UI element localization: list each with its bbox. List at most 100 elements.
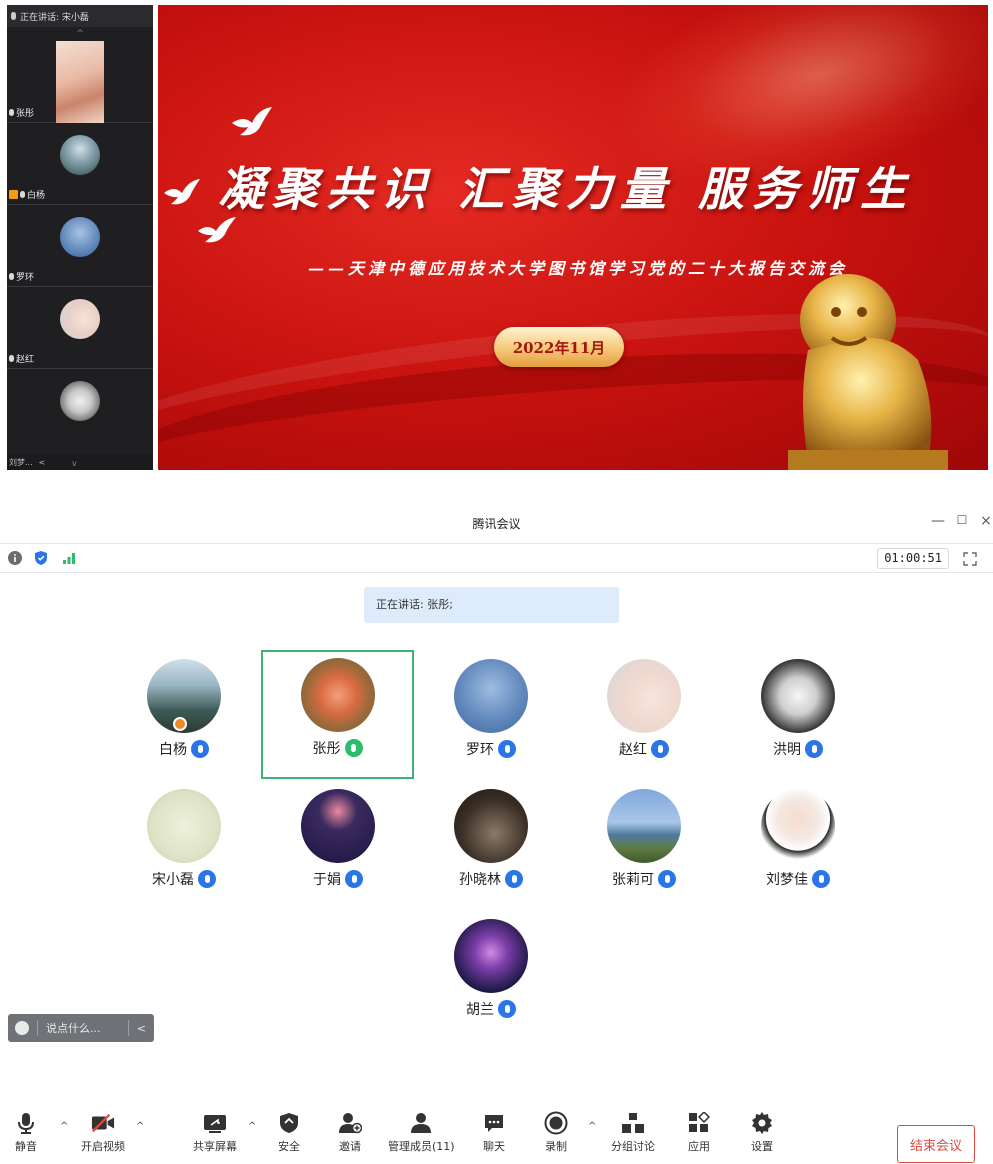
meeting-info-bar: 01:00:51 <box>0 543 993 573</box>
share-screen-icon <box>203 1111 227 1135</box>
avatar <box>60 217 100 257</box>
collapse-chat-button[interactable]: < <box>137 1022 146 1035</box>
participant-tile[interactable]: 胡兰 <box>416 911 566 1031</box>
settings-label: 设置 <box>751 1140 773 1153</box>
breakout-rooms-button[interactable]: 分组讨论 <box>611 1111 655 1154</box>
end-meeting-button[interactable]: 结束会议 <box>897 1125 975 1163</box>
sidebar-tile[interactable]: 罗环 <box>7 205 153 287</box>
signal-icon[interactable] <box>62 551 76 565</box>
avatar <box>454 659 528 733</box>
security-button[interactable]: 安全 <box>277 1111 301 1154</box>
meeting-toolbar: 静音 ^ 开启视频 ^ 共享屏幕 ^ 安全 邀请 管理成员(11) 聊天 录制 … <box>0 1105 993 1164</box>
maximize-button[interactable]: ☐ <box>953 513 971 527</box>
share-screen-label: 共享屏幕 <box>193 1140 237 1153</box>
mic-icon[interactable] <box>191 740 209 758</box>
fullscreen-icon[interactable] <box>963 551 977 566</box>
mic-muted-icon[interactable] <box>805 740 823 758</box>
invite-label: 邀请 <box>339 1140 361 1153</box>
participant-tile-active[interactable]: 张彤 <box>261 650 414 779</box>
slide-title: 凝聚共识 汇聚力量 服务师生 <box>218 162 915 216</box>
mic-muted-icon[interactable] <box>498 740 516 758</box>
manage-members-label: 管理成员(11) <box>388 1140 455 1153</box>
participant-tile[interactable]: 于娟 <box>263 781 413 901</box>
quick-chat-input[interactable]: 说点什么... < <box>8 1014 154 1042</box>
start-video-button[interactable]: 开启视频 <box>81 1111 125 1154</box>
participant-name-wrap: 孙晓林 <box>416 869 566 889</box>
apps-button[interactable]: 应用 <box>687 1111 711 1154</box>
mute-button[interactable]: 静音 <box>14 1111 38 1154</box>
participant-name: 罗环 <box>466 742 494 758</box>
chat-icon <box>482 1111 506 1135</box>
record-icon <box>544 1111 568 1135</box>
participant-name-wrap: 赵红 <box>569 739 719 759</box>
emoji-icon[interactable] <box>15 1021 29 1035</box>
microphone-icon <box>14 1111 38 1135</box>
mute-label: 静音 <box>15 1140 37 1153</box>
chevron-up-icon[interactable]: ^ <box>136 1121 144 1132</box>
top-meeting-screenshot: 正在讲话: 宋小磊 ^ 张彤 白杨 罗环 赵红 刘梦... < v 凝聚共识 汇… <box>0 0 993 472</box>
participant-name: 刘梦佳 <box>766 872 808 888</box>
avatar <box>60 135 100 175</box>
record-button[interactable]: 录制 <box>544 1111 568 1154</box>
meeting-timer: 01:00:51 <box>877 548 949 569</box>
avatar <box>454 919 528 993</box>
participant-tile[interactable]: 洪明 <box>723 651 873 771</box>
minimize-button[interactable]: — <box>929 513 947 529</box>
participant-name: 张彤 <box>312 741 341 757</box>
start-video-label: 开启视频 <box>81 1140 125 1153</box>
mic-speaking-icon[interactable] <box>344 739 363 757</box>
host-icon <box>9 190 18 199</box>
mic-muted-icon[interactable] <box>498 1000 516 1018</box>
collapse-sidebar-button[interactable]: < <box>39 458 46 467</box>
close-button[interactable]: × <box>977 513 993 529</box>
apps-icon <box>687 1111 711 1135</box>
avatar <box>300 658 375 732</box>
scroll-down-button[interactable]: v <box>72 459 77 468</box>
speaking-indicator: 正在讲话: 张彤; <box>364 587 619 623</box>
chat-placeholder[interactable]: 说点什么... <box>46 1020 101 1036</box>
participant-name-wrap: 刘梦佳 <box>723 869 873 889</box>
avatar <box>147 789 221 863</box>
avatar <box>761 789 835 863</box>
gear-icon <box>750 1111 774 1135</box>
sidebar-tile-name-wrap: 赵红 <box>9 352 34 365</box>
participant-tile[interactable]: 宋小磊 <box>109 781 259 901</box>
mic-muted-icon[interactable] <box>345 870 363 888</box>
apps-label: 应用 <box>688 1140 710 1153</box>
shield-icon[interactable] <box>34 551 48 565</box>
participant-tile[interactable]: 罗环 <box>416 651 566 771</box>
divider <box>37 1020 38 1036</box>
chevron-up-icon[interactable]: ^ <box>60 1121 68 1132</box>
settings-button[interactable]: 设置 <box>750 1111 774 1154</box>
avatar <box>60 381 100 421</box>
add-user-icon <box>338 1111 362 1135</box>
info-icon[interactable] <box>8 551 22 565</box>
sidebar-tile[interactable]: 张彤 <box>7 41 153 123</box>
sidebar-tile[interactable]: 赵红 <box>7 287 153 369</box>
chevron-up-icon[interactable]: ^ <box>588 1121 596 1132</box>
share-screen-button[interactable]: 共享屏幕 <box>193 1111 237 1154</box>
mic-muted-icon[interactable] <box>198 870 216 888</box>
sidebar-tile-name: 白杨 <box>27 191 46 201</box>
mic-muted-icon[interactable] <box>812 870 830 888</box>
sidebar-speaking-text: 正在讲话: 宋小磊 <box>20 12 89 23</box>
participant-tile[interactable]: 张莉可 <box>569 781 719 901</box>
manage-members-button[interactable]: 管理成员(11) <box>388 1111 455 1154</box>
participant-tile[interactable]: 孙晓林 <box>416 781 566 901</box>
chevron-up-icon[interactable]: ^ <box>248 1121 256 1132</box>
participant-tile[interactable]: 白杨 <box>109 651 259 771</box>
mic-muted-icon[interactable] <box>505 870 523 888</box>
participant-tile[interactable]: 赵红 <box>569 651 719 771</box>
sidebar-tile-name: 刘梦... <box>9 457 33 467</box>
mic-icon[interactable] <box>651 740 669 758</box>
participant-name-wrap: 胡兰 <box>416 999 566 1019</box>
scroll-up-button[interactable]: ^ <box>7 27 153 41</box>
sidebar-tile[interactable] <box>7 369 153 451</box>
chat-button[interactable]: 聊天 <box>482 1111 506 1154</box>
sidebar-tile[interactable]: 白杨 <box>7 123 153 205</box>
participant-tile[interactable]: 刘梦佳 <box>723 781 873 901</box>
mic-muted-icon[interactable] <box>658 870 676 888</box>
shared-slide: 凝聚共识 汇聚力量 服务师生 ——天津中德应用技术大学图书馆学习党的二十大报告交… <box>158 5 988 470</box>
invite-button[interactable]: 邀请 <box>338 1111 362 1154</box>
avatar <box>301 789 375 863</box>
